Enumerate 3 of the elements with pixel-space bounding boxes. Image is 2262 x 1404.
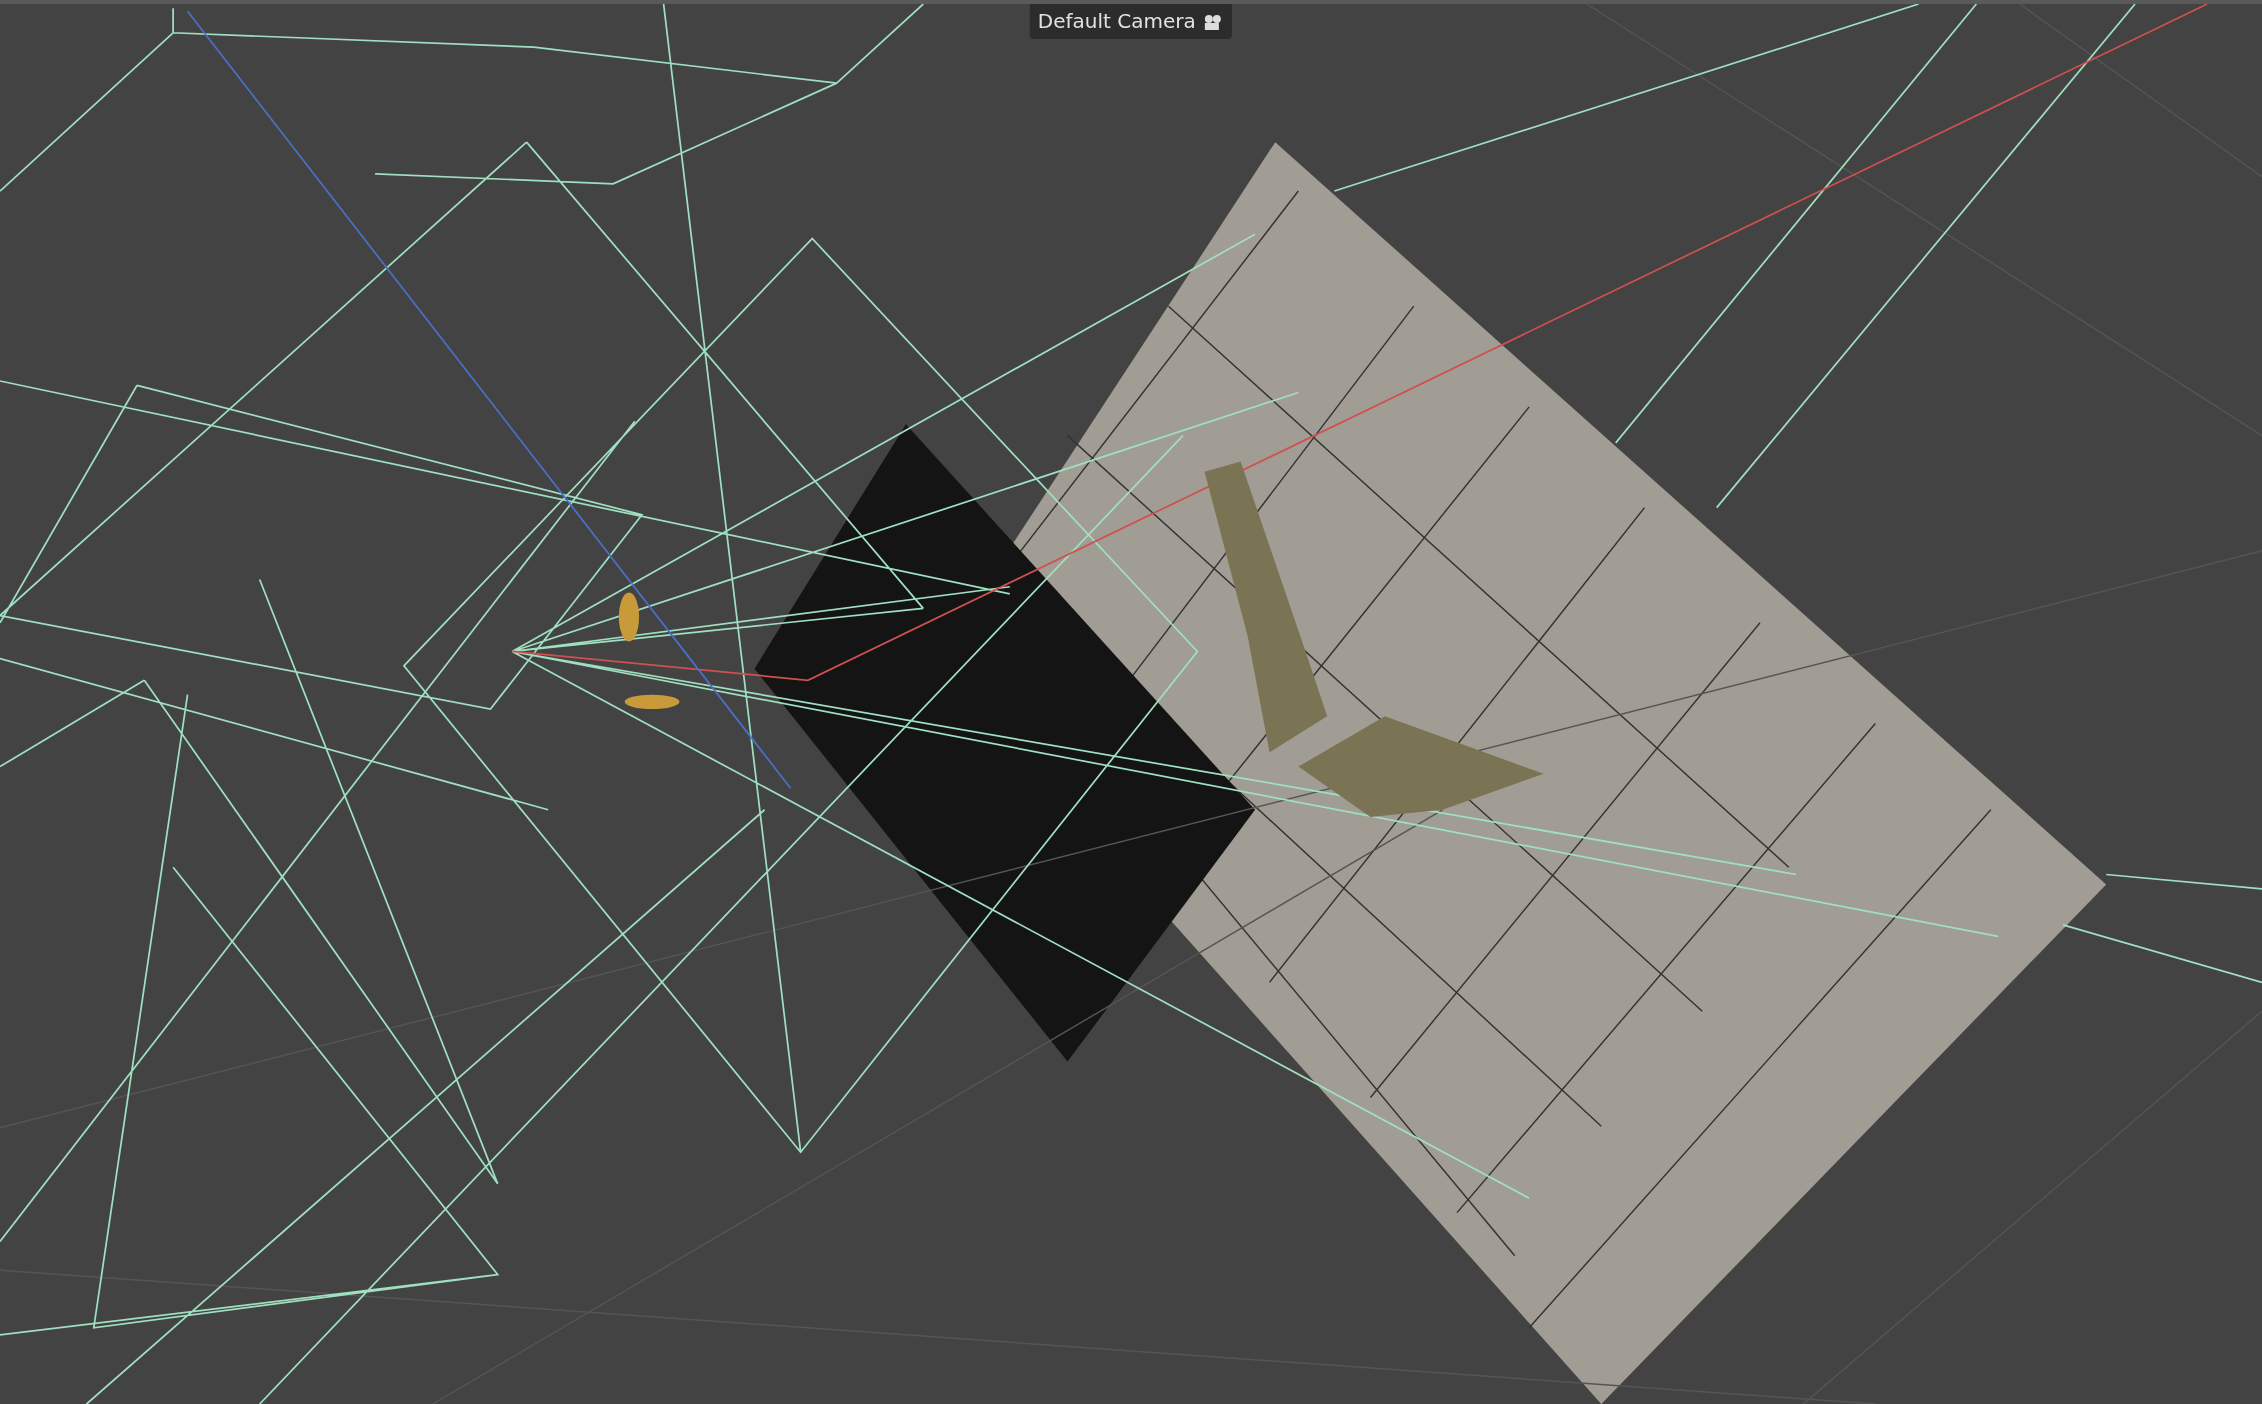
camera-label[interactable]: Default Camera: [1029, 4, 1233, 39]
leaf-drawing: [624, 694, 680, 710]
leaf-drawing: [618, 592, 640, 642]
